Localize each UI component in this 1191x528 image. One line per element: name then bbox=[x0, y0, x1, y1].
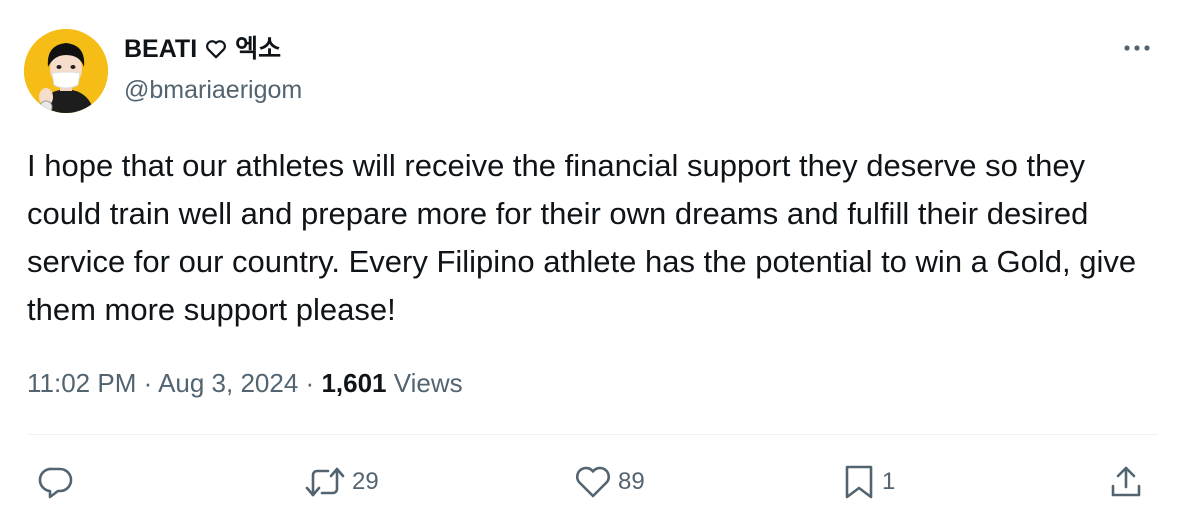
avatar-illustration bbox=[24, 29, 108, 113]
avatar[interactable] bbox=[24, 29, 108, 113]
tweet-meta: 11:02 PM · Aug 3, 2024 · 1,601 Views bbox=[27, 365, 463, 401]
author-name-suffix: 엑소 bbox=[235, 35, 282, 63]
meta-separator: · bbox=[305, 368, 315, 398]
divider bbox=[27, 434, 1158, 435]
meta-separator: · bbox=[143, 368, 153, 398]
author-name-text: BEATI bbox=[124, 35, 198, 63]
reply-button[interactable] bbox=[38, 462, 80, 502]
more-icon bbox=[1124, 45, 1150, 51]
share-button[interactable] bbox=[1108, 462, 1144, 502]
share-icon bbox=[1111, 466, 1141, 497]
bookmark-icon bbox=[845, 465, 873, 499]
author-handle[interactable]: @bmariaerigom bbox=[124, 74, 302, 106]
author-display-name[interactable]: BEATI 엑소 bbox=[124, 34, 281, 64]
bookmark-count: 1 bbox=[882, 468, 896, 495]
more-options-button[interactable] bbox=[1119, 36, 1155, 60]
heart-icon bbox=[205, 39, 227, 59]
tweet-text: I hope that our athletes will receive th… bbox=[27, 148, 1137, 327]
like-button[interactable]: 89 bbox=[574, 462, 645, 502]
tweet-time[interactable]: 11:02 PM bbox=[27, 368, 136, 398]
like-count: 89 bbox=[618, 468, 645, 495]
retweet-icon bbox=[305, 467, 345, 497]
bookmark-button[interactable]: 1 bbox=[842, 462, 895, 502]
reply-icon bbox=[38, 467, 73, 499]
views-count[interactable]: 1,601 bbox=[321, 368, 386, 398]
like-icon bbox=[576, 466, 610, 498]
retweet-count: 29 bbox=[352, 468, 379, 495]
tweet-date[interactable]: Aug 3, 2024 bbox=[158, 368, 298, 398]
retweet-button[interactable]: 29 bbox=[304, 462, 379, 502]
views-label[interactable]: Views bbox=[394, 368, 463, 398]
